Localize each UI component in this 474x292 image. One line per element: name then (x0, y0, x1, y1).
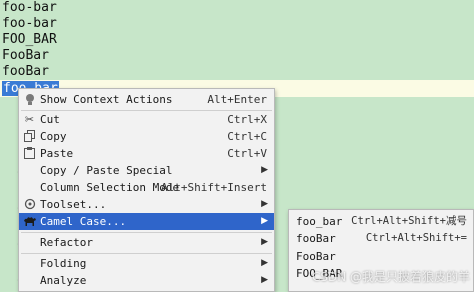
menu-item-shortcut: Alt+Shift+Insert (161, 181, 267, 194)
submenu-arrow-icon: ▶ (261, 258, 268, 268)
submenu-arrow-icon: ▶ (261, 199, 268, 209)
lightbulb-icon (23, 93, 36, 106)
menu-item-label: Refactor (40, 236, 93, 249)
submenu-arrow-icon: ▶ (261, 165, 268, 175)
toolset-icon (23, 198, 36, 211)
watermark: CSDN @我是只披着狼皮的羊 (311, 270, 470, 284)
submenu-item-shortcut: Ctrl+Alt+Shift+= (365, 232, 467, 244)
code-line-1[interactable]: foo-bar (2, 0, 57, 16)
menu-item-label: Camel Case... (40, 215, 127, 228)
menu-separator (21, 253, 272, 254)
context-menu: Show Context Actions Alt+Enter ✂ Cut Ctr… (18, 88, 275, 292)
menu-item-folding[interactable]: Folding ▶ (19, 255, 274, 272)
menu-item-paste[interactable]: Paste Ctrl+V (19, 145, 274, 162)
menu-separator (21, 232, 272, 233)
submenu-item-shortcut: Ctrl+Alt+Shift+减号 (351, 215, 467, 227)
submenu-item-pascal-case[interactable]: FooBar (289, 248, 473, 265)
menu-item-column-selection-mode[interactable]: Column Selection Mode Alt+Shift+Insert (19, 179, 274, 196)
menu-item-shortcut: Ctrl+X (227, 113, 267, 126)
scissors-icon: ✂ (24, 113, 35, 126)
menu-item-label: Show Context Actions (40, 93, 173, 106)
menu-item-label: Toolset... (40, 198, 107, 211)
submenu-item-label: foo_bar (296, 215, 343, 228)
menu-item-copy-paste-special[interactable]: Copy / Paste Special ▶ (19, 162, 274, 179)
submenu-item-camel-case[interactable]: fooBar Ctrl+Alt+Shift+= (289, 230, 473, 247)
menu-item-label: Analyze (40, 274, 87, 287)
menu-item-label: Copy / Paste Special (40, 164, 173, 177)
menu-item-label: Paste (40, 147, 74, 160)
menu-item-shortcut: Ctrl+V (227, 147, 267, 160)
copy-icon (23, 130, 36, 143)
menu-item-copy[interactable]: Copy Ctrl+C (19, 128, 274, 145)
menu-item-label: Copy (40, 130, 67, 143)
menu-item-cut[interactable]: ✂ Cut Ctrl+X (19, 111, 274, 128)
menu-item-analyze[interactable]: Analyze ▶ (19, 272, 274, 289)
menu-item-shortcut: Alt+Enter (207, 93, 267, 106)
submenu-item-snake-case[interactable]: foo_bar Ctrl+Alt+Shift+减号 (289, 213, 473, 230)
code-line-5[interactable]: fooBar (2, 64, 49, 80)
menu-item-label: Column Selection Mode (40, 181, 180, 194)
menu-item-toolset[interactable]: Toolset... ▶ (19, 196, 274, 213)
submenu-arrow-icon: ▶ (261, 237, 268, 247)
menu-item-label: Folding (40, 257, 87, 270)
menu-item-show-context-actions[interactable]: Show Context Actions Alt+Enter (19, 91, 274, 108)
clipboard-icon (23, 147, 36, 160)
menu-item-shortcut: Ctrl+C (227, 130, 267, 143)
menu-item-camel-case[interactable]: Camel Case... ▶ (19, 213, 274, 230)
submenu-item-label: FooBar (296, 250, 336, 263)
submenu-arrow-icon: ▶ (261, 275, 268, 285)
menu-item-label: Cut (40, 113, 60, 126)
camel-icon (23, 215, 36, 228)
submenu-arrow-icon: ▶ (261, 216, 268, 226)
code-line-4[interactable]: FooBar (2, 48, 49, 64)
submenu-item-label: fooBar (296, 232, 336, 245)
menu-item-refactor[interactable]: Refactor ▶ (19, 234, 274, 251)
code-line-2[interactable]: foo-bar (2, 16, 57, 32)
code-line-3[interactable]: FOO_BAR (2, 32, 57, 48)
